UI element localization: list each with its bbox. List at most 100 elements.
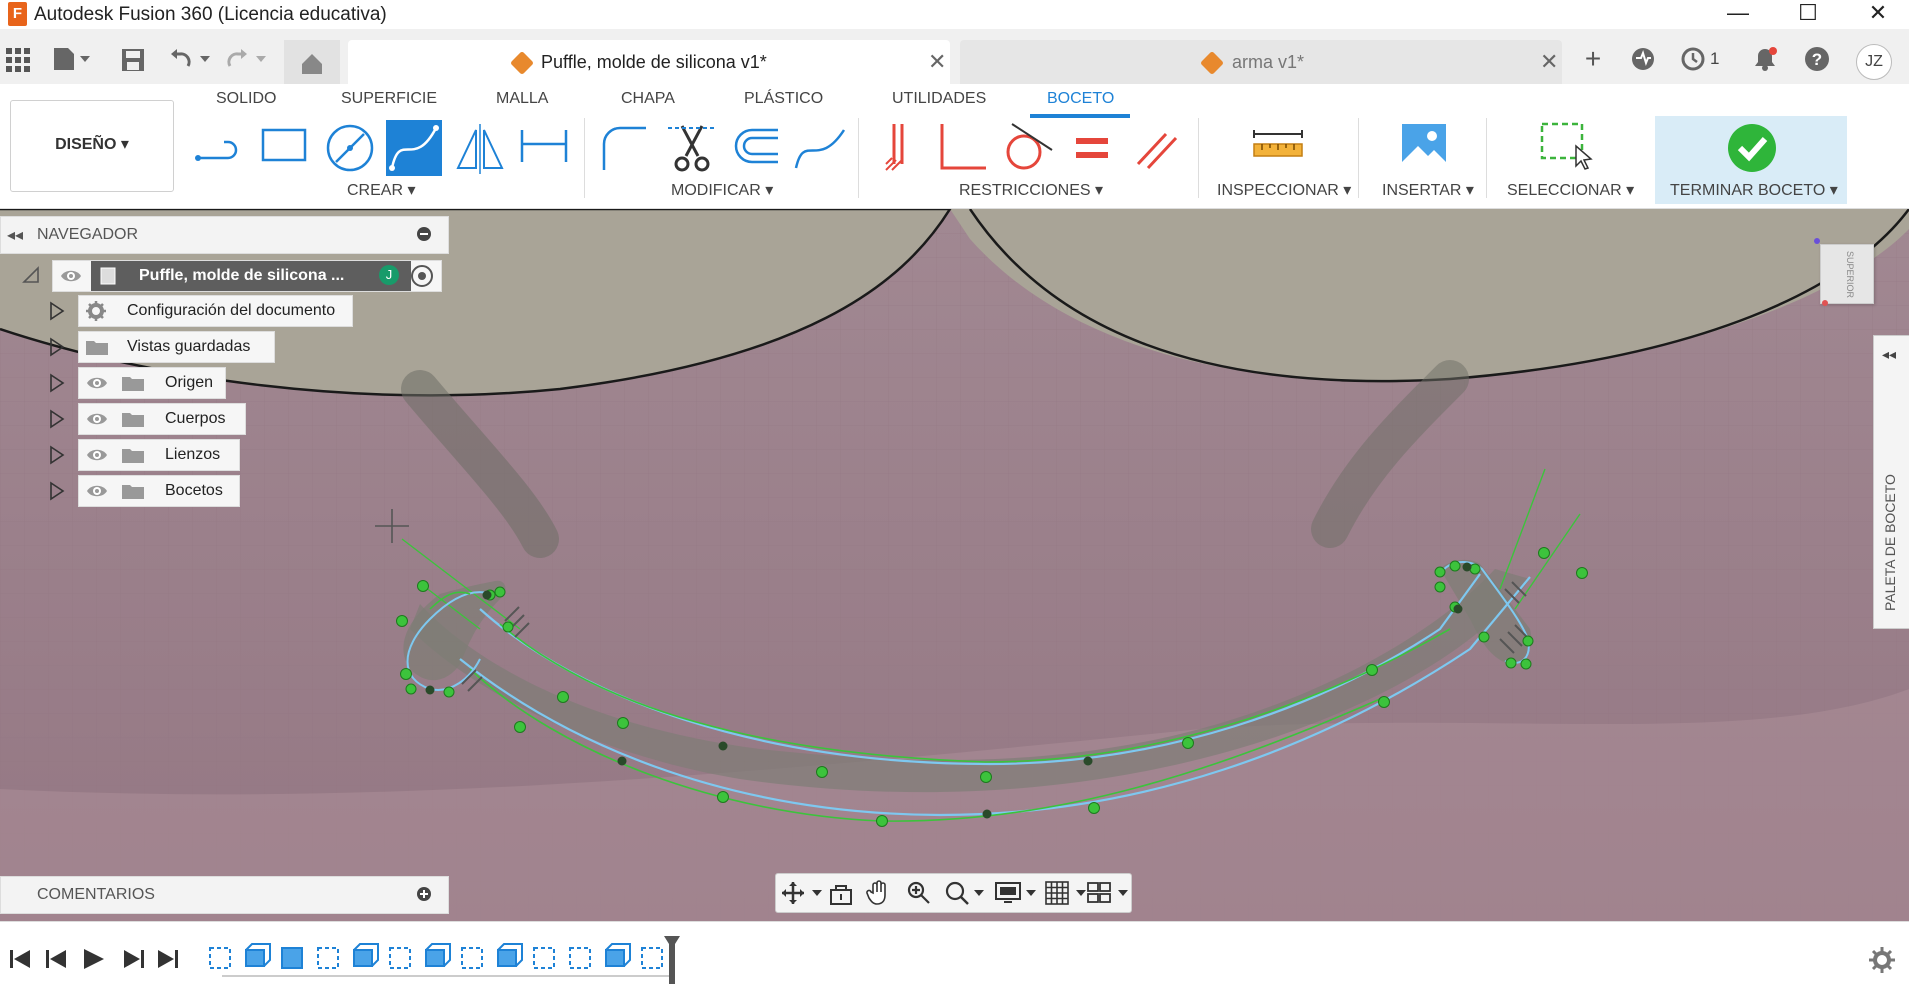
group-terminar[interactable]: TERMINAR BOCETO ▾: [1670, 180, 1838, 200]
tab-solido[interactable]: SOLIDO: [216, 90, 276, 108]
display-settings-icon[interactable]: [994, 880, 1038, 906]
equal-constraint-icon[interactable]: [1064, 120, 1120, 176]
close-tab-icon[interactable]: ✕: [1540, 49, 1558, 75]
timeline-extrude-icon[interactable]: [497, 943, 523, 967]
go-to-start-icon[interactable]: [10, 950, 30, 968]
close-window-button[interactable]: ✕: [1843, 0, 1909, 29]
file-menu-icon[interactable]: [52, 46, 96, 77]
insert-image-icon[interactable]: [1396, 120, 1452, 176]
maximize-button[interactable]: ☐: [1773, 0, 1843, 29]
navigator-item-bodies[interactable]: Cuerpos: [78, 403, 246, 435]
tab-chapa[interactable]: CHAPA: [621, 90, 675, 108]
step-back-icon[interactable]: [46, 950, 66, 968]
navigator-item-sketches[interactable]: Bocetos: [78, 475, 240, 507]
group-insertar[interactable]: INSERTAR ▾: [1382, 180, 1474, 200]
navigator-item-origin[interactable]: Origen: [78, 367, 226, 399]
redo-icon[interactable]: [226, 46, 270, 77]
timeline-sketch-icon[interactable]: [533, 947, 555, 969]
tab-boceto[interactable]: BOCETO: [1047, 90, 1114, 108]
perpendicular-constraint-icon[interactable]: [934, 120, 990, 176]
rectangle-tool-icon[interactable]: [257, 120, 313, 176]
dimension-tool-icon[interactable]: [516, 120, 572, 176]
tab-utilidades[interactable]: UTILIDADES: [892, 90, 986, 108]
orbit-icon[interactable]: [780, 880, 824, 906]
group-modificar[interactable]: MODIFICAR ▾: [671, 180, 773, 200]
step-forward-icon[interactable]: [124, 950, 144, 968]
timeline-extrude-icon[interactable]: [353, 943, 379, 967]
timeline-sketch-icon[interactable]: [389, 947, 411, 969]
timeline-extrude-icon[interactable]: [245, 943, 271, 967]
group-inspeccionar[interactable]: INSPECCIONAR ▾: [1217, 180, 1351, 200]
data-panel-grid-icon[interactable]: [6, 48, 30, 77]
group-restricciones[interactable]: RESTRICCIONES ▾: [959, 180, 1103, 200]
root-expander-icon[interactable]: [20, 264, 42, 291]
timeline-sketch-icon[interactable]: [209, 947, 231, 969]
coincident-constraint-icon[interactable]: [870, 120, 926, 176]
expander-icon[interactable]: [48, 337, 66, 357]
circle-tool-icon[interactable]: [322, 120, 378, 176]
timeline-sketch-icon[interactable]: [641, 947, 663, 969]
visibility-eye-icon[interactable]: [85, 373, 109, 393]
visibility-eye-icon[interactable]: [85, 481, 109, 501]
parallel-constraint-icon[interactable]: [1128, 120, 1184, 176]
offset-tool-icon[interactable]: [728, 120, 784, 176]
select-window-icon[interactable]: [1538, 120, 1594, 176]
look-at-icon[interactable]: [828, 880, 854, 906]
group-seleccionar[interactable]: SELECCIONAR ▾: [1507, 180, 1634, 200]
zoom-window-icon[interactable]: [944, 880, 984, 906]
expander-icon[interactable]: [48, 373, 66, 393]
sketch-palette-tab[interactable]: ◂◂ PALETA DE BOCETO: [1873, 335, 1909, 629]
timeline-settings-gear-icon[interactable]: [1868, 946, 1896, 974]
timeline-image-icon[interactable]: [281, 947, 303, 969]
workspace-selector[interactable]: DISEÑO ▾: [10, 100, 174, 192]
expander-icon[interactable]: [48, 301, 66, 321]
new-tab-button[interactable]: +: [1578, 44, 1608, 74]
spline-tool-icon[interactable]: [386, 120, 442, 176]
job-status-icon[interactable]: [1680, 46, 1706, 77]
timeline-marker-icon[interactable]: [662, 934, 682, 986]
expand-palette-icon[interactable]: ◂◂: [1882, 346, 1896, 363]
visibility-eye-icon[interactable]: [85, 445, 109, 465]
navigator-item-saved-views[interactable]: Vistas guardadas: [78, 331, 275, 363]
curve-tool-icon[interactable]: [792, 120, 848, 176]
visibility-eye-icon[interactable]: [59, 266, 83, 286]
collapse-panel-icon[interactable]: ◂◂: [7, 225, 23, 245]
comments-add-icon[interactable]: [417, 887, 431, 901]
navigator-root-row[interactable]: Puffle, molde de silicona ... J: [52, 260, 442, 292]
close-tab-icon[interactable]: ✕: [928, 49, 946, 75]
grid-settings-icon[interactable]: [1044, 880, 1088, 906]
viewcube[interactable]: SUPERIOR: [1820, 244, 1874, 304]
pan-hand-icon[interactable]: [866, 879, 892, 907]
fillet-tool-icon[interactable]: [596, 120, 652, 176]
user-avatar[interactable]: JZ: [1856, 44, 1892, 80]
visibility-eye-icon[interactable]: [85, 409, 109, 429]
timeline-sketch-icon[interactable]: [317, 947, 339, 969]
home-tab[interactable]: [284, 40, 340, 84]
tangent-constraint-icon[interactable]: [998, 120, 1054, 176]
measure-ruler-icon[interactable]: [1250, 120, 1306, 176]
timeline-extrude-icon[interactable]: [425, 943, 451, 967]
tab-puffle[interactable]: Puffle, molde de silicona v1* ✕: [348, 40, 950, 84]
expander-icon[interactable]: [48, 409, 66, 429]
viewports-icon[interactable]: [1086, 880, 1130, 906]
navigator-item-canvases[interactable]: Lienzos: [78, 439, 240, 471]
mirror-tool-icon[interactable]: [452, 120, 508, 176]
navigator-minimize-icon[interactable]: [417, 227, 431, 241]
group-crear[interactable]: CREAR ▾: [347, 180, 415, 200]
tab-malla[interactable]: MALLA: [496, 90, 548, 108]
save-icon[interactable]: [120, 47, 146, 78]
notifications-icon[interactable]: [1752, 46, 1778, 77]
extensions-icon[interactable]: [1630, 46, 1656, 77]
zoom-icon[interactable]: [906, 880, 932, 906]
expander-icon[interactable]: [48, 481, 66, 501]
tab-arma[interactable]: arma v1* ✕: [960, 40, 1562, 84]
timeline-sketch-icon[interactable]: [569, 947, 591, 969]
tab-plastico[interactable]: PLÁSTICO: [744, 90, 823, 108]
timeline-sketch-icon[interactable]: [461, 947, 483, 969]
navigator-item-document-settings[interactable]: Configuración del documento: [78, 295, 353, 327]
line-tool-icon[interactable]: [192, 120, 248, 176]
expander-icon[interactable]: [48, 445, 66, 465]
activate-radio-icon[interactable]: [411, 265, 433, 287]
go-to-end-icon[interactable]: [158, 950, 178, 968]
minimize-button[interactable]: —: [1703, 0, 1773, 29]
